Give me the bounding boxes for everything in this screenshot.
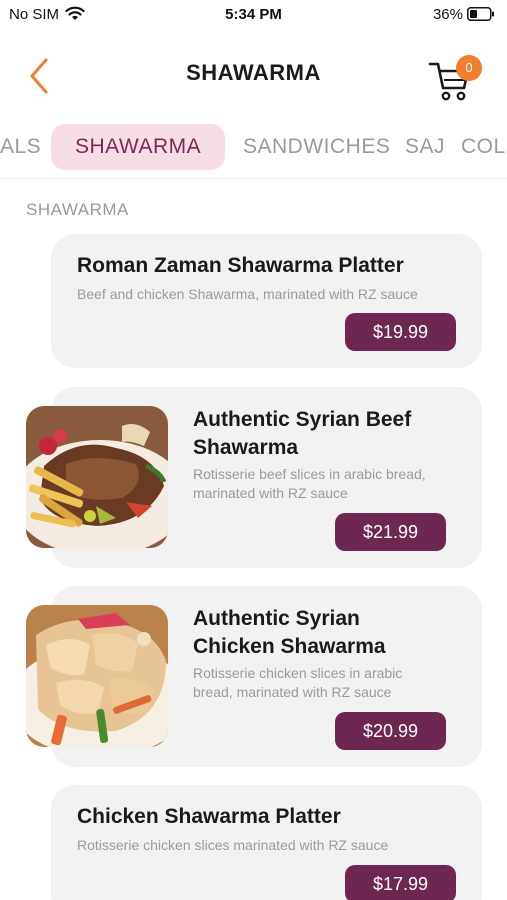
cart-button[interactable]: 0 (428, 52, 488, 102)
clock: 5:34 PM (225, 6, 282, 23)
menu-item-card[interactable]: Roman Zaman Shawarma Platter Beef and ch… (51, 234, 482, 368)
item-name: Roman Zaman Shawarma Platter (77, 254, 404, 277)
price-button[interactable]: $17.99 (345, 865, 456, 900)
cart-count-badge: 0 (456, 55, 482, 81)
battery-percent: 36% (432, 6, 463, 23)
tab-sandwiches[interactable]: SANDWICHES (243, 124, 390, 170)
chicken-shawarma-image[interactable] (26, 605, 168, 747)
status-bar: No SIM 5:34 PM 36% (0, 0, 507, 30)
section-heading: SHAWARMA (26, 200, 129, 219)
item-name-line1: Authentic Syrian (193, 607, 360, 630)
item-description-line2: bread, marinated with RZ sauce (193, 684, 392, 700)
tab-shawarma[interactable]: SHAWARMA (51, 124, 226, 170)
tab-saj[interactable]: SAJ (405, 124, 445, 170)
tab-cold[interactable]: COL (461, 124, 506, 170)
battery-icon (467, 7, 495, 25)
tab-meals[interactable]: ALS (0, 124, 41, 170)
beef-shawarma-image[interactable] (26, 406, 168, 548)
price-button[interactable]: $21.99 (335, 513, 446, 551)
price-button[interactable]: $20.99 (335, 712, 446, 750)
item-description-line1: Rotisserie beef slices in arabic bread, (193, 466, 426, 482)
item-description-line1: Rotisserie chicken slices in arabic (193, 665, 403, 681)
category-tabs: ALS SHAWARMA SANDWICHES SAJ COL (0, 124, 507, 174)
item-name: Chicken Shawarma Platter (77, 805, 341, 828)
item-description: Beef and chicken Shawarma, marinated wit… (77, 286, 418, 302)
price-button[interactable]: $19.99 (345, 313, 456, 351)
item-name-line2: Shawarma (193, 436, 299, 459)
item-name-line1: Authentic Syrian Beef (193, 408, 412, 431)
item-description-line2: marinated with RZ sauce (193, 485, 348, 501)
menu-item-card[interactable]: Chicken Shawarma Platter Rotisserie chic… (51, 785, 482, 900)
item-description: Rotisserie chicken slices marinated with… (77, 837, 389, 853)
header: SHAWARMA 0 (0, 40, 507, 110)
tabs-divider (0, 178, 507, 179)
item-name-line2: Chicken Shawarma (193, 635, 386, 658)
